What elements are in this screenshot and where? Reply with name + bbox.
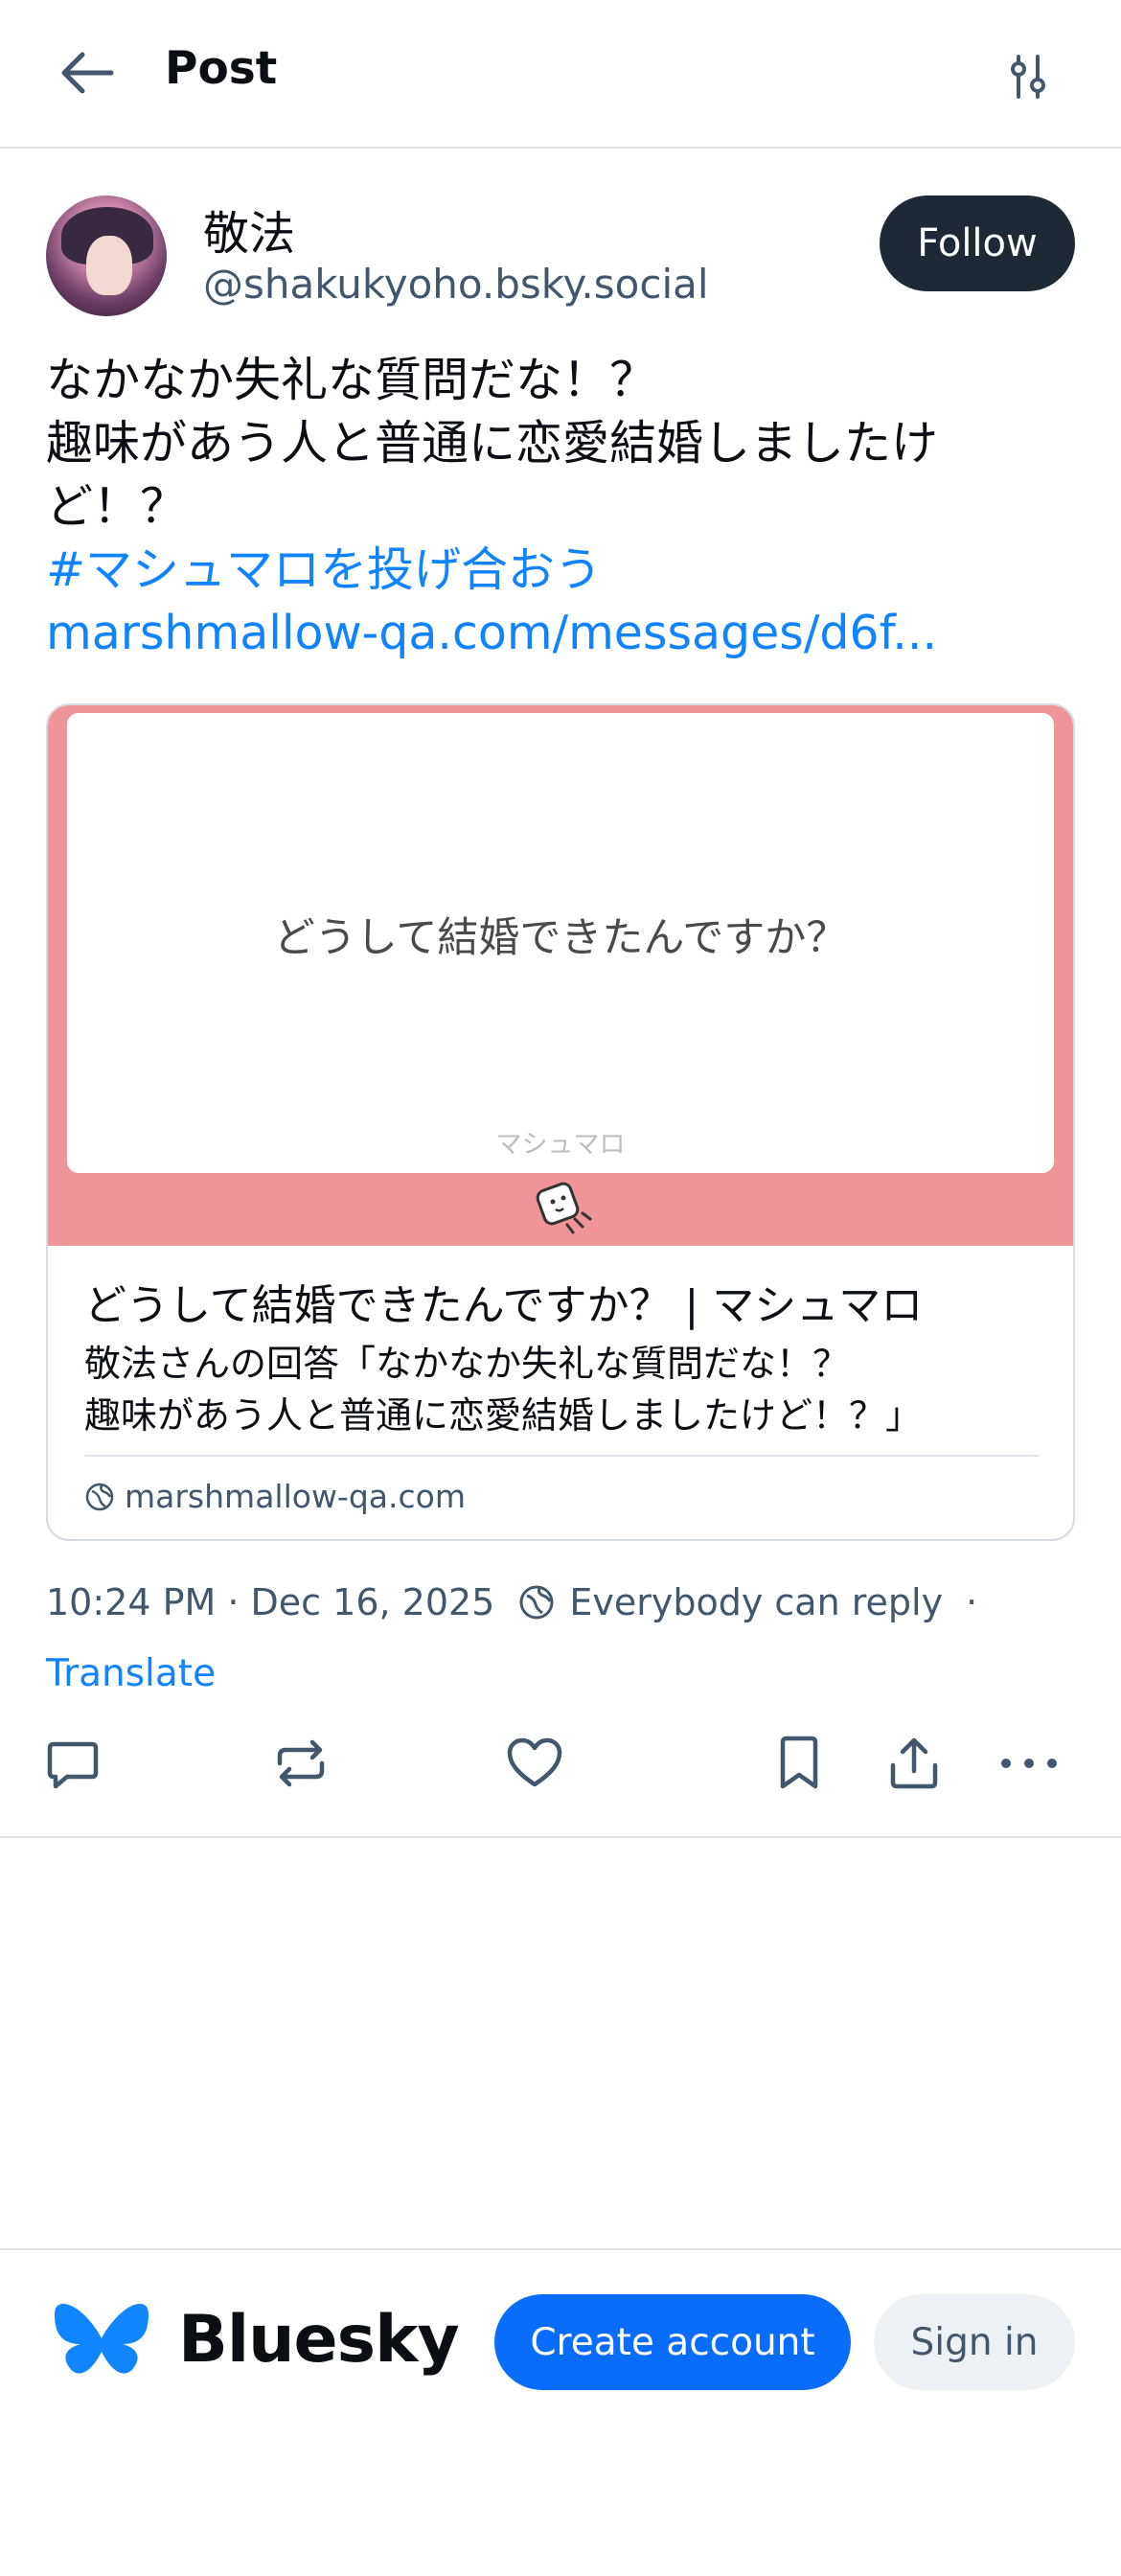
post-text-line: 趣味があう人と普通に恋愛結婚しましたけ [46,416,939,471]
author-display-name[interactable]: 敬法 [203,196,295,263]
preview-image-question: どうして結婚できたんですか？ [273,914,848,962]
post-text: なかなか失礼な質問だな！？ 趣味があう人と普通に恋愛結婚しましたけ ど！？ #マ… [46,349,1081,665]
like-button[interactable] [500,1729,569,1798]
avatar-face [86,236,132,295]
link-preview-description: 敬法さんの回答「なかなか失礼な質問だな！？ 趣味があう人と普通に恋愛結婚しました… [84,1338,1042,1441]
top-bar: Post [0,0,1121,149]
heart-icon [507,1737,562,1787]
link-preview-title: どうして結婚できたんですか？ | マシュマロ [84,1281,924,1330]
preview-image-panel: どうして結婚できたんですか？ マシュマロ [67,713,1054,1173]
reply-button[interactable] [38,1729,107,1798]
reply-icon [47,1741,99,1789]
post-meta: 10:24 PM · Dec 16, 2025 Everybody can re… [46,1581,977,1623]
domain-text: marshmallow-qa.com [125,1478,466,1515]
back-button[interactable] [46,36,126,109]
post-text-line: ど！？ [46,479,188,534]
create-account-button[interactable]: Create account [494,2294,851,2390]
link-preview-image: どうして結婚できたんですか？ マシュマロ [48,705,1073,1246]
bluesky-butterfly-icon [54,2304,149,2374]
post-page: Post 敬法 @shakukyoho.bsky.social Follow な… [0,0,1121,2576]
sign-in-button[interactable]: Sign in [874,2294,1075,2390]
hashtag-link[interactable]: #マシュマロを投げ合おう [46,539,1081,602]
bluesky-wordmark: Bluesky [178,2302,460,2378]
post-divider [0,1836,1121,1838]
meta-separator: · [966,1581,978,1623]
globe-icon [85,1483,114,1510]
follow-button[interactable]: Follow [880,196,1075,291]
author-handle[interactable]: @shakukyoho.bsky.social [203,261,709,308]
bookmark-icon [780,1736,818,1789]
page-title: Post [165,42,278,95]
reply-settings-icon [517,1583,556,1622]
sliders-icon [1011,55,1045,99]
reply-setting-text[interactable]: Everybody can reply [569,1581,943,1623]
link-preview-card[interactable]: どうして結婚できたんですか？ マシュマロ どうして結婚できたんですか？ | マシ… [46,703,1075,1541]
more-options-button[interactable] [995,1729,1064,1798]
description-line: 敬法さんの回答「なかなか失礼な質問だな！？ [84,1343,850,1385]
more-icon [1001,1759,1057,1768]
preview-image-brand: マシュマロ [495,1130,626,1160]
thread-settings-button[interactable] [992,40,1064,113]
marshmallow-mascot-icon [536,1182,592,1234]
post-url-link[interactable]: marshmallow-qa.com/messages/d6f... [46,602,1081,665]
post-text-line: なかなか失礼な質問だな！？ [46,353,657,407]
description-line: 趣味があう人と普通に恋愛結婚しましたけど！？」 [84,1394,923,1437]
link-preview-domain: marshmallow-qa.com [84,1478,466,1515]
bookmark-button[interactable] [765,1729,834,1798]
signup-footer: Bluesky Create account Sign in [0,2248,1121,2576]
share-button[interactable] [880,1729,949,1798]
post-timestamp: 10:24 PM · Dec 16, 2025 [46,1581,495,1623]
arrow-left-icon [61,52,114,94]
card-divider [84,1455,1039,1457]
translate-link[interactable]: Translate [46,1652,216,1695]
repost-icon [277,1739,325,1787]
repost-button[interactable] [266,1729,335,1798]
avatar[interactable] [46,196,167,316]
share-icon [890,1737,938,1789]
